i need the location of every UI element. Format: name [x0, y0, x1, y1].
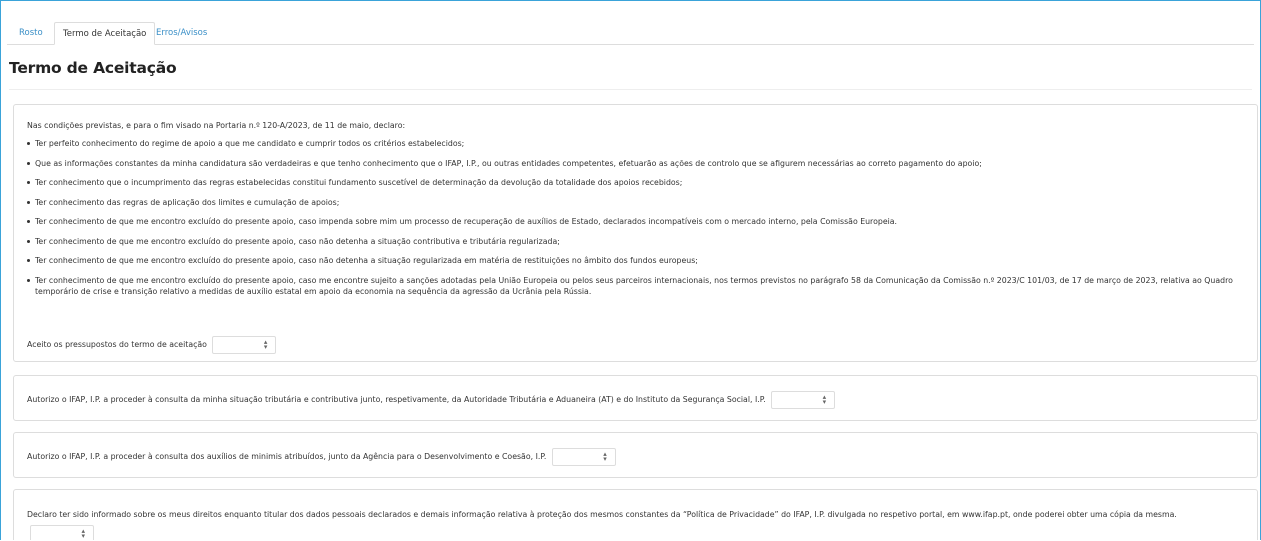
tab-rosto[interactable]: Rosto [11, 22, 51, 44]
tax-consent-label: Autorizo o IFAP, I.P. a proceder à consu… [27, 395, 766, 404]
minimis-consent-panel: Autorizo o IFAP, I.P. a proceder à consu… [13, 432, 1258, 478]
accept-row: Aceito os pressupostos do termo de aceit… [27, 336, 277, 354]
list-item: Ter conhecimento de que me encontro excl… [27, 236, 1252, 247]
terms-list: Ter perfeito conhecimento do regime de a… [27, 138, 1252, 305]
tax-consent-panel: Autorizo o IFAP, I.P. a proceder à consu… [13, 375, 1258, 421]
app-frame: Rosto Termo de Aceitação Erros/Avisos Te… [0, 0, 1261, 540]
list-item: Ter perfeito conhecimento do regime de a… [27, 138, 1252, 149]
select-arrows-icon: ▴ ▾ [822, 393, 827, 406]
tab-erros-avisos[interactable]: Erros/Avisos [148, 22, 215, 44]
list-item: Ter conhecimento de que me encontro excl… [27, 255, 1252, 266]
list-item: Ter conhecimento das regras de aplicação… [27, 197, 1252, 208]
minimis-consent-row: Autorizo o IFAP, I.P. a proceder à consu… [27, 448, 616, 466]
select-arrows-icon: ▴ ▾ [603, 450, 607, 463]
accept-label: Aceito os pressupostos do termo de aceit… [27, 340, 207, 349]
page-title: Termo de Aceitação [9, 59, 177, 77]
list-item: Que as informações constantes da minha c… [27, 158, 1252, 169]
privacy-label: Declaro ter sido informado sobre os meus… [27, 510, 1177, 519]
select-arrows-icon: ▴ ▾ [263, 338, 268, 351]
tab-termo-de-aceitacao[interactable]: Termo de Aceitação [54, 22, 156, 45]
title-divider [9, 89, 1252, 90]
terms-panel: Nas condições previstas, e para o fim vi… [13, 104, 1258, 362]
privacy-row: Declaro ter sido informado sobre os meus… [27, 505, 1242, 540]
tax-consent-row: Autorizo o IFAP, I.P. a proceder à consu… [27, 391, 836, 409]
list-item: Ter conhecimento que o incumprimento das… [27, 177, 1252, 188]
select-arrows-icon: ▴ ▾ [81, 527, 85, 540]
minimis-consent-label: Autorizo o IFAP, I.P. a proceder à consu… [27, 452, 547, 461]
tab-bar: Rosto Termo de Aceitação Erros/Avisos [7, 22, 1254, 45]
minimis-consent-select[interactable]: ▴ ▾ [551, 448, 616, 466]
tax-consent-select[interactable]: ▴ ▾ [771, 391, 836, 409]
privacy-panel: Declaro ter sido informado sobre os meus… [13, 489, 1258, 540]
list-item: Ter conhecimento de que me encontro excl… [27, 216, 1252, 227]
list-item: Ter conhecimento de que me encontro excl… [27, 275, 1252, 297]
terms-intro: Nas condições previstas, e para o fim vi… [27, 121, 406, 130]
privacy-select[interactable]: ▴ ▾ [30, 525, 94, 540]
accept-select[interactable]: ▴ ▾ [212, 336, 277, 354]
